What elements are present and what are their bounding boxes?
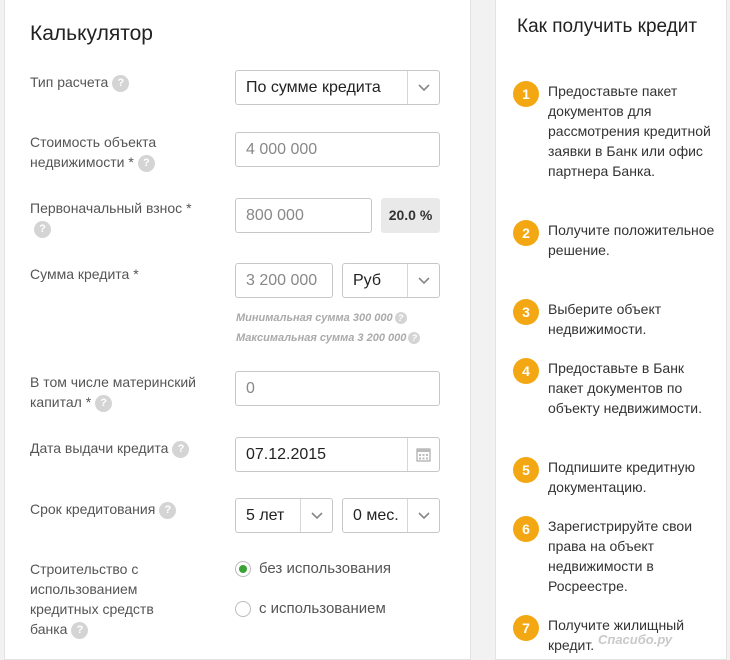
currency-select[interactable]: Руб [342, 263, 440, 298]
step-text: Получите положительное решение. [548, 222, 715, 258]
chevron-down-icon[interactable] [407, 71, 439, 104]
issue-date-input[interactable]: 07.12.2015 [235, 437, 440, 472]
help-icon[interactable]: ? [112, 74, 130, 92]
issue-date-label: Дата выдачи кредита? [30, 438, 205, 458]
help-icon[interactable]: ? [137, 154, 155, 172]
help-icon[interactable]: ? [408, 332, 421, 345]
down-payment-label: Первоначальный взнос *? [30, 198, 205, 238]
sidebar-title: Как получить кредит [517, 16, 698, 37]
construction-label: Строительство с использованием кредитных… [30, 561, 154, 639]
property-cost-input[interactable]: 4 000 000 [235, 132, 440, 167]
step-number-badge: 7 [513, 615, 539, 641]
step-number-badge: 4 [513, 358, 539, 384]
down-payment-percent-badge: 20.0 % [381, 198, 440, 233]
step-number-badge: 5 [513, 457, 539, 483]
step-text: Подпишите кредитную документацию. [548, 459, 696, 495]
chevron-down-icon[interactable] [407, 499, 439, 532]
radio-without-use[interactable]: без использования [235, 560, 435, 580]
calendar-icon[interactable] [407, 438, 439, 471]
help-icon[interactable]: ? [394, 312, 407, 325]
down-payment-input[interactable]: 800 000 [235, 198, 372, 233]
loan-amount-input[interactable]: 3 200 000 [235, 263, 333, 298]
step-text: Предоставьте в Банк пакет документов по … [548, 360, 702, 416]
help-icon[interactable]: ? [34, 220, 51, 238]
term-years-select[interactable]: 5 лет [235, 498, 333, 533]
calc-type-select[interactable]: По сумме кредита [235, 70, 440, 105]
calculator-panel: Калькулятор Тип расчета? По сумме кредит… [4, 0, 471, 660]
radio-dot-selected[interactable] [235, 561, 251, 577]
step-number-badge: 3 [513, 299, 539, 325]
help-icon[interactable]: ? [95, 394, 113, 412]
maternity-capital-label: В том числе материнский капитал *? [30, 374, 196, 412]
chevron-down-icon[interactable] [407, 264, 439, 297]
calculator-title: Калькулятор [30, 22, 153, 45]
step-text: Выберите объект недвижимости. [548, 301, 662, 337]
help-icon[interactable]: ? [172, 440, 190, 458]
maternity-capital-input[interactable]: 0 [235, 371, 440, 406]
step-text: Зарегистрируйте свои права на объект нед… [548, 518, 693, 594]
watermark-logo: Спасибо.ру [598, 632, 673, 647]
property-cost-label: Стоимость объекта недвижимости *? [30, 134, 157, 172]
radio-dot[interactable] [235, 601, 251, 617]
chevron-down-icon[interactable] [300, 499, 332, 532]
term-label: Срок кредитования? [30, 499, 205, 519]
step-text: Предоставьте пакет документов для рассмо… [548, 83, 711, 179]
step-number-badge: 2 [513, 220, 539, 246]
how-to-get-loan-panel: Как получить кредит 1 Предоставьте пакет… [495, 0, 727, 660]
loan-amount-label: Сумма кредита * [30, 266, 139, 282]
min-amount-hint: Минимальная сумма 300 000? [236, 312, 407, 325]
radio-with-use[interactable]: с использованием [235, 600, 435, 620]
step-number-badge: 6 [513, 516, 539, 542]
max-amount-hint: Максимальная сумма 3 200 000? [236, 332, 421, 345]
step-number-badge: 1 [513, 81, 539, 107]
calc-type-label: Тип расчета? [30, 72, 205, 92]
term-months-select[interactable]: 0 мес. [342, 498, 440, 533]
help-icon[interactable]: ? [159, 501, 177, 519]
help-icon[interactable]: ? [71, 621, 89, 639]
